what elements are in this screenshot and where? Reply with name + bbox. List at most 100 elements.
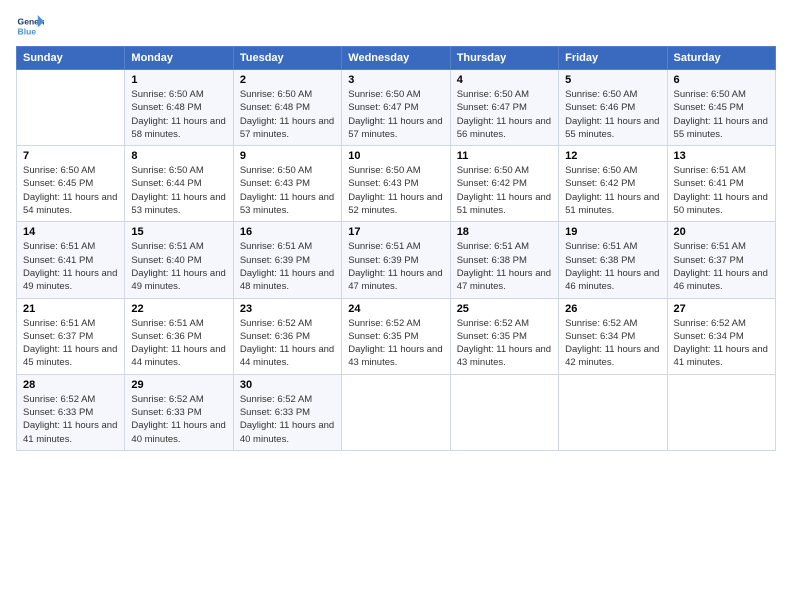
day-number: 24	[348, 303, 443, 315]
calendar-cell: 4 Sunrise: 6:50 AMSunset: 6:47 PMDaylight…	[450, 70, 558, 146]
day-detail: Sunrise: 6:50 AMSunset: 6:47 PMDaylight:…	[457, 88, 552, 141]
calendar-cell: 13 Sunrise: 6:51 AMSunset: 6:41 PMDayligh…	[667, 146, 775, 222]
calendar-cell: 14 Sunrise: 6:51 AMSunset: 6:41 PMDayligh…	[17, 222, 125, 298]
calendar-cell: 11Sunrise: 6:50 AMSunset: 6:42 PMDayligh…	[450, 146, 558, 222]
day-detail: Sunrise: 6:51 AMSunset: 6:38 PMDaylight:…	[565, 240, 660, 293]
day-number: 22	[131, 303, 226, 315]
day-number: 28	[23, 379, 118, 391]
calendar-cell: 10 Sunrise: 6:50 AMSunset: 6:43 PMDayligh…	[342, 146, 450, 222]
calendar-cell: 28 Sunrise: 6:52 AMSunset: 6:33 PMDayligh…	[17, 374, 125, 450]
day-detail: Sunrise: 6:50 AMSunset: 6:48 PMDaylight:…	[131, 88, 226, 141]
day-number: 29	[131, 379, 226, 391]
calendar-cell: 26 Sunrise: 6:52 AMSunset: 6:34 PMDayligh…	[559, 298, 667, 374]
day-header: Wednesday	[342, 47, 450, 70]
day-detail: Sunrise: 6:50 AMSunset: 6:45 PMDaylight:…	[23, 164, 118, 217]
day-detail: Sunrise: 6:51 AMSunset: 6:36 PMDaylight:…	[131, 317, 226, 370]
day-number: 17	[348, 226, 443, 238]
day-detail: Sunrise: 6:51 AMSunset: 6:39 PMDaylight:…	[240, 240, 335, 293]
calendar-table: SundayMondayTuesdayWednesdayThursdayFrid…	[16, 46, 776, 451]
day-number: 26	[565, 303, 660, 315]
day-header: Sunday	[17, 47, 125, 70]
day-number: 3	[348, 74, 443, 86]
day-number: 16	[240, 226, 335, 238]
calendar-week: 28 Sunrise: 6:52 AMSunset: 6:33 PMDayligh…	[17, 374, 776, 450]
page: General Blue SundayMondayTuesdayWednesda…	[0, 0, 792, 612]
calendar-cell: 2 Sunrise: 6:50 AMSunset: 6:48 PMDaylight…	[233, 70, 341, 146]
header: General Blue	[16, 12, 776, 40]
day-header: Tuesday	[233, 47, 341, 70]
calendar-cell: 30Sunrise: 6:52 AMSunset: 6:33 PMDayligh…	[233, 374, 341, 450]
day-number: 27	[674, 303, 769, 315]
day-number: 4	[457, 74, 552, 86]
day-detail: Sunrise: 6:51 AMSunset: 6:39 PMDaylight:…	[348, 240, 443, 293]
calendar-cell: 9 Sunrise: 6:50 AMSunset: 6:43 PMDaylight…	[233, 146, 341, 222]
day-detail: Sunrise: 6:51 AMSunset: 6:41 PMDaylight:…	[674, 164, 769, 217]
day-number: 2	[240, 74, 335, 86]
calendar-cell: 7Sunrise: 6:50 AMSunset: 6:45 PMDaylight…	[17, 146, 125, 222]
calendar-cell: 3 Sunrise: 6:50 AMSunset: 6:47 PMDaylight…	[342, 70, 450, 146]
day-number: 5	[565, 74, 660, 86]
day-number: 21	[23, 303, 118, 315]
day-detail: Sunrise: 6:52 AMSunset: 6:34 PMDaylight:…	[674, 317, 769, 370]
day-number: 1	[131, 74, 226, 86]
day-detail: Sunrise: 6:52 AMSunset: 6:33 PMDaylight:…	[240, 393, 335, 446]
day-detail: Sunrise: 6:52 AMSunset: 6:34 PMDaylight:…	[565, 317, 660, 370]
day-header: Monday	[125, 47, 233, 70]
day-detail: Sunrise: 6:50 AMSunset: 6:47 PMDaylight:…	[348, 88, 443, 141]
calendar-cell: 25 Sunrise: 6:52 AMSunset: 6:35 PMDayligh…	[450, 298, 558, 374]
svg-text:Blue: Blue	[18, 27, 37, 37]
calendar-cell: 24Sunrise: 6:52 AMSunset: 6:35 PMDayligh…	[342, 298, 450, 374]
day-detail: Sunrise: 6:52 AMSunset: 6:33 PMDaylight:…	[23, 393, 118, 446]
calendar-cell	[342, 374, 450, 450]
calendar-cell: 16 Sunrise: 6:51 AMSunset: 6:39 PMDayligh…	[233, 222, 341, 298]
day-detail: Sunrise: 6:50 AMSunset: 6:42 PMDaylight:…	[457, 164, 552, 217]
calendar-cell: 21 Sunrise: 6:51 AMSunset: 6:37 PMDayligh…	[17, 298, 125, 374]
day-detail: Sunrise: 6:52 AMSunset: 6:35 PMDaylight:…	[457, 317, 552, 370]
day-number: 25	[457, 303, 552, 315]
day-number: 10	[348, 150, 443, 162]
day-detail: Sunrise: 6:52 AMSunset: 6:36 PMDaylight:…	[240, 317, 335, 370]
calendar-week: 1 Sunrise: 6:50 AMSunset: 6:48 PMDaylight…	[17, 70, 776, 146]
calendar-cell	[450, 374, 558, 450]
calendar-cell: 8Sunrise: 6:50 AMSunset: 6:44 PMDaylight…	[125, 146, 233, 222]
day-detail: Sunrise: 6:51 AMSunset: 6:40 PMDaylight:…	[131, 240, 226, 293]
calendar-week: 7Sunrise: 6:50 AMSunset: 6:45 PMDaylight…	[17, 146, 776, 222]
day-detail: Sunrise: 6:50 AMSunset: 6:48 PMDaylight:…	[240, 88, 335, 141]
calendar-week: 14 Sunrise: 6:51 AMSunset: 6:41 PMDayligh…	[17, 222, 776, 298]
calendar-cell	[667, 374, 775, 450]
calendar-cell	[17, 70, 125, 146]
day-number: 15	[131, 226, 226, 238]
day-number: 9	[240, 150, 335, 162]
calendar-cell	[559, 374, 667, 450]
day-header: Friday	[559, 47, 667, 70]
calendar-cell: 17 Sunrise: 6:51 AMSunset: 6:39 PMDayligh…	[342, 222, 450, 298]
calendar-body: 1 Sunrise: 6:50 AMSunset: 6:48 PMDaylight…	[17, 70, 776, 451]
day-detail: Sunrise: 6:50 AMSunset: 6:45 PMDaylight:…	[674, 88, 769, 141]
calendar-cell: 19Sunrise: 6:51 AMSunset: 6:38 PMDayligh…	[559, 222, 667, 298]
calendar-cell: 6 Sunrise: 6:50 AMSunset: 6:45 PMDaylight…	[667, 70, 775, 146]
day-number: 13	[674, 150, 769, 162]
calendar-cell: 20Sunrise: 6:51 AMSunset: 6:37 PMDayligh…	[667, 222, 775, 298]
day-detail: Sunrise: 6:52 AMSunset: 6:33 PMDaylight:…	[131, 393, 226, 446]
day-number: 12	[565, 150, 660, 162]
calendar-cell: 29 Sunrise: 6:52 AMSunset: 6:33 PMDayligh…	[125, 374, 233, 450]
day-number: 8	[131, 150, 226, 162]
day-number: 14	[23, 226, 118, 238]
day-detail: Sunrise: 6:50 AMSunset: 6:46 PMDaylight:…	[565, 88, 660, 141]
day-detail: Sunrise: 6:51 AMSunset: 6:38 PMDaylight:…	[457, 240, 552, 293]
day-detail: Sunrise: 6:51 AMSunset: 6:37 PMDaylight:…	[23, 317, 118, 370]
day-detail: Sunrise: 6:50 AMSunset: 6:43 PMDaylight:…	[240, 164, 335, 217]
calendar-cell: 5 Sunrise: 6:50 AMSunset: 6:46 PMDaylight…	[559, 70, 667, 146]
day-detail: Sunrise: 6:50 AMSunset: 6:43 PMDaylight:…	[348, 164, 443, 217]
calendar-cell: 23 Sunrise: 6:52 AMSunset: 6:36 PMDayligh…	[233, 298, 341, 374]
calendar-week: 21 Sunrise: 6:51 AMSunset: 6:37 PMDayligh…	[17, 298, 776, 374]
day-number: 23	[240, 303, 335, 315]
day-detail: Sunrise: 6:51 AMSunset: 6:41 PMDaylight:…	[23, 240, 118, 293]
day-header: Thursday	[450, 47, 558, 70]
calendar-cell: 12 Sunrise: 6:50 AMSunset: 6:42 PMDayligh…	[559, 146, 667, 222]
day-number: 18	[457, 226, 552, 238]
logo-icon: General Blue	[16, 12, 44, 40]
day-number: 6	[674, 74, 769, 86]
day-detail: Sunrise: 6:51 AMSunset: 6:37 PMDaylight:…	[674, 240, 769, 293]
day-detail: Sunrise: 6:50 AMSunset: 6:42 PMDaylight:…	[565, 164, 660, 217]
